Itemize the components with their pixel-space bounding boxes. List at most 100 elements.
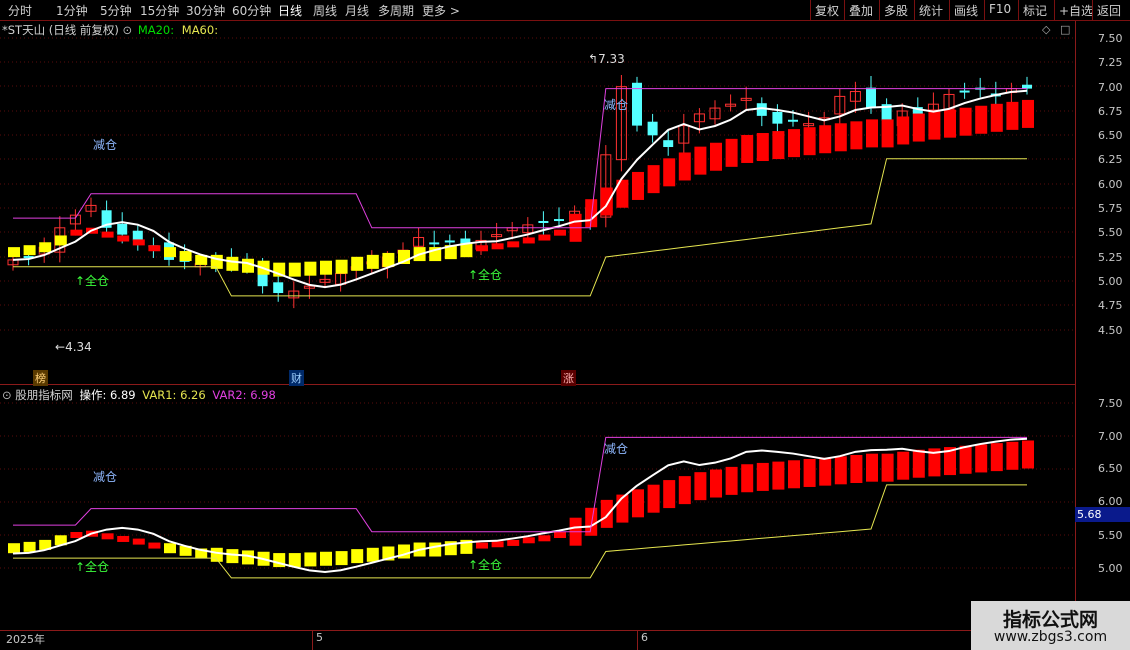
overlay-button[interactable]: 叠加 xyxy=(844,0,877,20)
y-tick: 5.25 xyxy=(1098,251,1123,264)
trend-block xyxy=(54,235,67,246)
period-tab-timeshare[interactable]: 分时 xyxy=(8,2,32,19)
period-tab-multi[interactable]: 多周期 xyxy=(378,2,414,19)
candle-body xyxy=(1022,84,1032,89)
trend-block xyxy=(912,449,925,478)
trend-block xyxy=(1022,440,1034,469)
period-tab-60min[interactable]: 60分钟 xyxy=(232,2,271,19)
statistics-button[interactable]: 统计 xyxy=(914,0,947,20)
draw-line-button[interactable]: 画线 xyxy=(949,0,982,20)
trend-block xyxy=(710,469,722,498)
limit-up-flag[interactable]: 涨 xyxy=(561,370,576,386)
rank-flag[interactable]: 榜 xyxy=(33,370,48,386)
candle-body xyxy=(663,140,674,148)
candle-body xyxy=(273,282,284,294)
trend-block xyxy=(975,444,988,473)
trend-block xyxy=(23,245,36,256)
trend-block xyxy=(725,466,738,495)
trend-block xyxy=(897,451,910,480)
trend-block xyxy=(164,543,176,554)
trend-block xyxy=(304,261,317,276)
trend-block xyxy=(117,535,130,542)
period-tab-30min[interactable]: 30分钟 xyxy=(186,2,225,19)
trend-block xyxy=(850,455,863,483)
date-label: 6 xyxy=(641,631,648,644)
y-tick: 4.50 xyxy=(1098,324,1123,337)
finance-flag[interactable]: 财 xyxy=(289,370,304,386)
trend-block xyxy=(8,543,20,554)
trend-block xyxy=(366,254,379,269)
y-tick: 6.25 xyxy=(1098,153,1123,166)
y-tick: 4.75 xyxy=(1098,299,1123,312)
trend-block xyxy=(70,229,83,236)
candle-body xyxy=(866,87,876,109)
trend-block xyxy=(788,460,800,489)
period-tab-daily[interactable]: 日线 xyxy=(278,2,302,19)
trend-block xyxy=(226,549,239,564)
y-tick: 6.50 xyxy=(1098,462,1123,475)
y-tick: 7.50 xyxy=(1098,32,1123,45)
watermark-title: 指标公式网 xyxy=(1002,609,1098,631)
trend-block xyxy=(1006,101,1019,130)
trend-block xyxy=(491,243,504,250)
mark-button[interactable]: 标记 xyxy=(1018,0,1051,20)
trend-block xyxy=(928,111,941,140)
trend-block xyxy=(866,453,878,482)
period-tab-monthly[interactable]: 月线 xyxy=(345,2,369,19)
trend-block xyxy=(23,541,36,552)
trend-block xyxy=(819,457,832,486)
watermark: 指标公式网 www.zbgs3.com xyxy=(971,601,1130,650)
trend-block xyxy=(850,121,863,150)
low-price-note: ←4.34 xyxy=(55,340,92,354)
trend-block xyxy=(819,125,832,154)
trend-block xyxy=(226,256,239,271)
candle-body xyxy=(959,90,970,93)
y-tick: 5.75 xyxy=(1098,202,1123,215)
candle-body xyxy=(132,230,143,241)
period-tab-more[interactable]: 更多 > xyxy=(422,2,460,19)
trend-block xyxy=(772,461,785,490)
trend-block xyxy=(741,464,754,493)
date-label: 2025年 xyxy=(6,633,45,646)
trend-block xyxy=(8,247,20,258)
y-tick: 6.00 xyxy=(1098,178,1123,191)
y-tick: 7.00 xyxy=(1098,430,1123,443)
full-position-signal: ↑全仓 xyxy=(468,558,503,572)
toolbar: 分时 1分钟 5分钟 15分钟 30分钟 60分钟 日线 周线 月线 多周期 更… xyxy=(0,0,1130,21)
restore-right-button[interactable]: 复权 xyxy=(810,0,843,20)
period-tab-weekly[interactable]: 周线 xyxy=(313,2,337,19)
trend-block xyxy=(132,538,145,545)
trend-block xyxy=(320,551,332,566)
trend-block xyxy=(881,453,894,482)
add-watchlist-button[interactable]: +自选 xyxy=(1054,0,1097,20)
trend-block xyxy=(1006,441,1019,470)
kline-chart[interactable] xyxy=(0,20,1075,632)
trend-block xyxy=(600,499,613,528)
period-tab-15min[interactable]: 15分钟 xyxy=(140,2,179,19)
trend-block xyxy=(132,239,145,246)
trend-block xyxy=(491,541,504,548)
high-price-value: 7.33 xyxy=(598,52,625,66)
trend-block xyxy=(694,472,707,501)
trend-block xyxy=(678,152,691,181)
high-price-note: ↰7.33 xyxy=(588,52,625,66)
trend-block xyxy=(554,532,566,538)
period-tab-1min[interactable]: 1分钟 xyxy=(56,2,88,19)
candle-body xyxy=(788,119,798,122)
trend-block xyxy=(507,539,520,546)
trend-block xyxy=(897,116,910,145)
candle-body xyxy=(444,240,455,243)
trend-block xyxy=(335,259,348,274)
period-tab-5min[interactable]: 5分钟 xyxy=(100,2,132,19)
trend-block xyxy=(179,251,192,262)
back-button[interactable]: 返回 xyxy=(1092,0,1130,20)
candle-body xyxy=(772,111,783,124)
trend-block xyxy=(39,242,52,253)
trend-block xyxy=(772,131,785,160)
candle-body xyxy=(117,223,128,235)
trend-block xyxy=(522,237,535,244)
y-tick: 5.00 xyxy=(1098,275,1123,288)
trend-block xyxy=(866,119,878,148)
multi-stock-button[interactable]: 多股 xyxy=(879,0,912,20)
f10-button[interactable]: F10 xyxy=(984,0,1015,20)
